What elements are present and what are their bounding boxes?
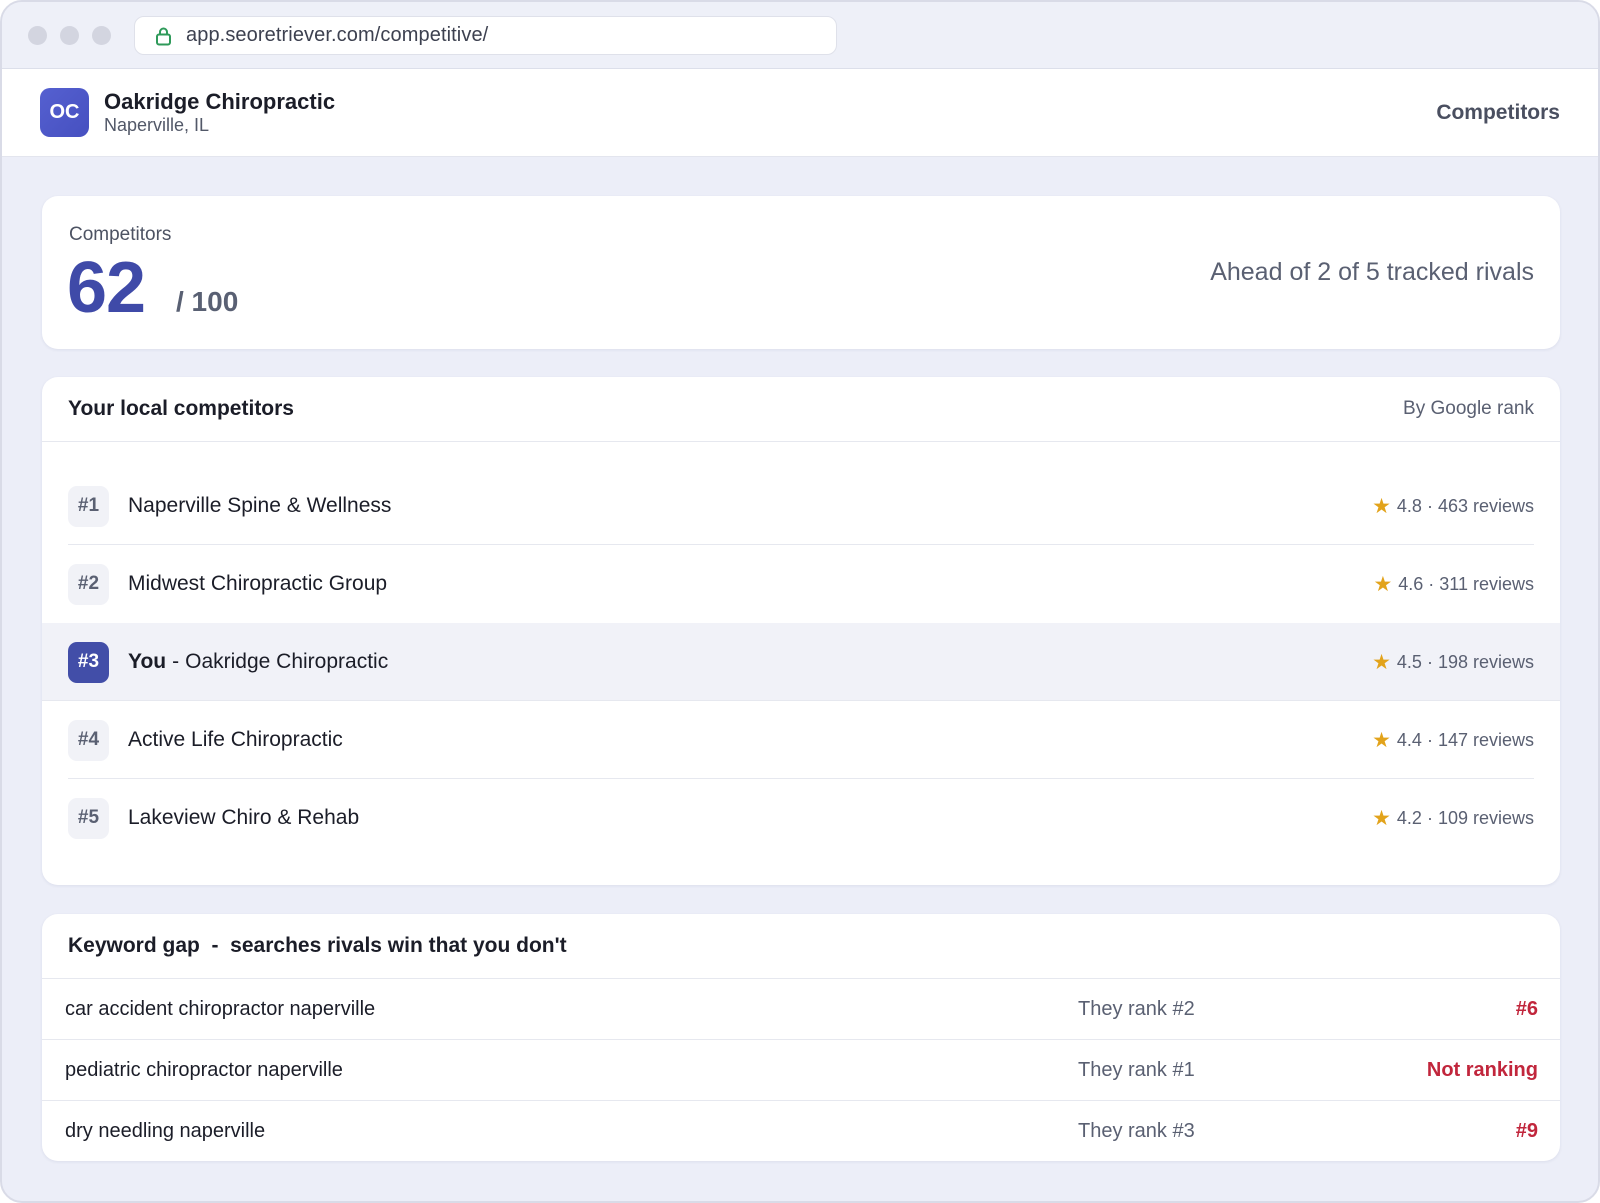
address-bar[interactable]: app.seoretriever.com/competitive/ — [134, 16, 837, 55]
nav-competitors[interactable]: Competitors — [1436, 101, 1560, 125]
business-location: Naperville, IL — [104, 114, 210, 135]
competitor-name: Oakridge Chiropractic — [185, 650, 389, 673]
rating-text: 4.8 · 463 reviews — [1396, 495, 1534, 516]
competitor-row[interactable]: #4 Active Life Chiropractic ★ 4.4 · 147 rev… — [42, 701, 1560, 779]
competitor-name-wrap: Midwest Chiropractic Group — [128, 572, 387, 596]
your-rank: #9 — [1515, 1120, 1538, 1142]
business-avatar: OC — [40, 88, 89, 137]
keyword-gap-card: Keyword gap - searches rivals win that y… — [42, 914, 1560, 1161]
competitor-name: Active Life Chiropractic — [128, 728, 343, 751]
keyword-term: car accident chiropractor naperville — [65, 997, 376, 1020]
rival-rank: They rank #2 — [1078, 997, 1195, 1020]
competitor-name-wrap: You - Oakridge Chiropractic — [128, 650, 388, 674]
rank-badge: #3 — [68, 641, 109, 683]
rating-text: 4.2 · 109 reviews — [1396, 807, 1534, 828]
keyword-gap-title: Keyword gap - searches rivals win that y… — [68, 934, 567, 957]
window-maximize-dot[interactable] — [92, 25, 111, 45]
keyword-row[interactable]: car accident chiropractor naperville They… — [42, 979, 1560, 1040]
rival-rank: They rank #1 — [1078, 1058, 1195, 1081]
star-icon: ★ — [1372, 650, 1391, 674]
competitor-rating: ★ 4.2 · 109 reviews — [1372, 808, 1534, 829]
rank-badge: #1 — [68, 485, 109, 527]
star-icon: ★ — [1372, 494, 1391, 518]
business-info: Oakridge Chiropractic Naperville, IL — [104, 88, 336, 136]
competitor-list: #1 Naperville Spine & Wellness ★ 4.8 · 463 … — [42, 442, 1560, 857]
window-minimize-dot[interactable] — [60, 25, 79, 45]
rating-text: 4.5 · 198 reviews — [1396, 651, 1534, 672]
star-icon: ★ — [1372, 806, 1391, 830]
score-summary: Ahead of 2 of 5 tracked rivals — [1210, 258, 1534, 286]
score-max: / 100 — [176, 286, 239, 317]
score-card: Competitors 62 / 100 Ahead of 2 of 5 tra… — [42, 196, 1560, 349]
keyword-row[interactable]: dry needling naperville They rank #3 #9 — [42, 1101, 1560, 1161]
keyword-term: dry needling naperville — [65, 1120, 266, 1142]
competitors-title: Your local competitors — [68, 397, 294, 420]
rank-badge: #5 — [68, 797, 109, 839]
your-rank: #6 — [1515, 997, 1538, 1020]
competitor-rating: ★ 4.8 · 463 reviews — [1372, 496, 1534, 517]
competitor-name-wrap: Naperville Spine & Wellness — [128, 494, 391, 518]
keyword-row[interactable]: pediatric chiropractor naperville They ra… — [42, 1040, 1560, 1101]
browser-chrome: app.seoretriever.com/competitive/ — [2, 2, 1598, 69]
rival-rank: They rank #3 — [1078, 1120, 1195, 1142]
your-rank: Not ranking — [1426, 1058, 1538, 1081]
competitor-name: Midwest Chiropractic Group — [128, 572, 388, 595]
competitors-card: Your local competitors By Google rank #1… — [42, 377, 1560, 885]
keyword-term: pediatric chiropractor naperville — [65, 1058, 343, 1081]
rank-badge: #4 — [68, 719, 109, 761]
competitor-row[interactable]: #5 Lakeview Chiro & Rehab ★ 4.2 · 109 revie… — [42, 779, 1560, 857]
rating-text: 4.6 · 311 reviews — [1398, 573, 1534, 594]
competitor-name-wrap: Active Life Chiropractic — [128, 728, 343, 752]
competitor-name: Naperville Spine & Wellness — [128, 494, 392, 517]
competitor-name: Lakeview Chiro & Rehab — [128, 806, 360, 829]
app-header: OC Oakridge Chiropractic Naperville, IL … — [2, 69, 1598, 157]
competitor-name-wrap: Lakeview Chiro & Rehab — [128, 806, 359, 830]
competitor-row-you[interactable]: #3 You - Oakridge Chiropractic ★ 4.5 · 198 re… — [42, 623, 1560, 701]
keyword-gap-header: Keyword gap - searches rivals win that y… — [42, 914, 1560, 979]
star-icon: ★ — [1373, 572, 1393, 596]
rating-text: 4.4 · 147 reviews — [1396, 729, 1534, 750]
score-value: 62 — [67, 248, 146, 328]
browser-window: app.seoretriever.com/competitive/ OC Oak… — [0, 0, 1600, 1203]
competitor-row[interactable]: #2 Midwest Chiropractic Group ★ 4.6 · 311 r… — [42, 545, 1560, 623]
url-text: app.seoretriever.com/competitive/ — [186, 24, 489, 46]
rank-badge: #2 — [68, 563, 109, 605]
window-close-dot[interactable] — [28, 25, 47, 45]
score-label: Competitors — [69, 224, 172, 245]
competitor-row[interactable]: #1 Naperville Spine & Wellness ★ 4.8 · 463 … — [42, 467, 1560, 545]
competitors-header: Your local competitors By Google rank — [42, 377, 1560, 442]
you-separator: - — [172, 650, 180, 673]
you-label: You — [128, 650, 167, 673]
competitor-rating: ★ 4.6 · 311 reviews — [1373, 574, 1534, 595]
keyword-gap-list: car accident chiropractor naperville They… — [42, 979, 1560, 1161]
competitor-rating: ★ 4.5 · 198 reviews — [1372, 652, 1534, 673]
business-name: Oakridge Chiropractic — [104, 88, 336, 114]
competitor-rating: ★ 4.4 · 147 reviews — [1372, 730, 1534, 751]
star-icon: ★ — [1372, 728, 1391, 752]
sort-label[interactable]: By Google rank — [1403, 398, 1534, 420]
lock-icon — [155, 26, 172, 46]
